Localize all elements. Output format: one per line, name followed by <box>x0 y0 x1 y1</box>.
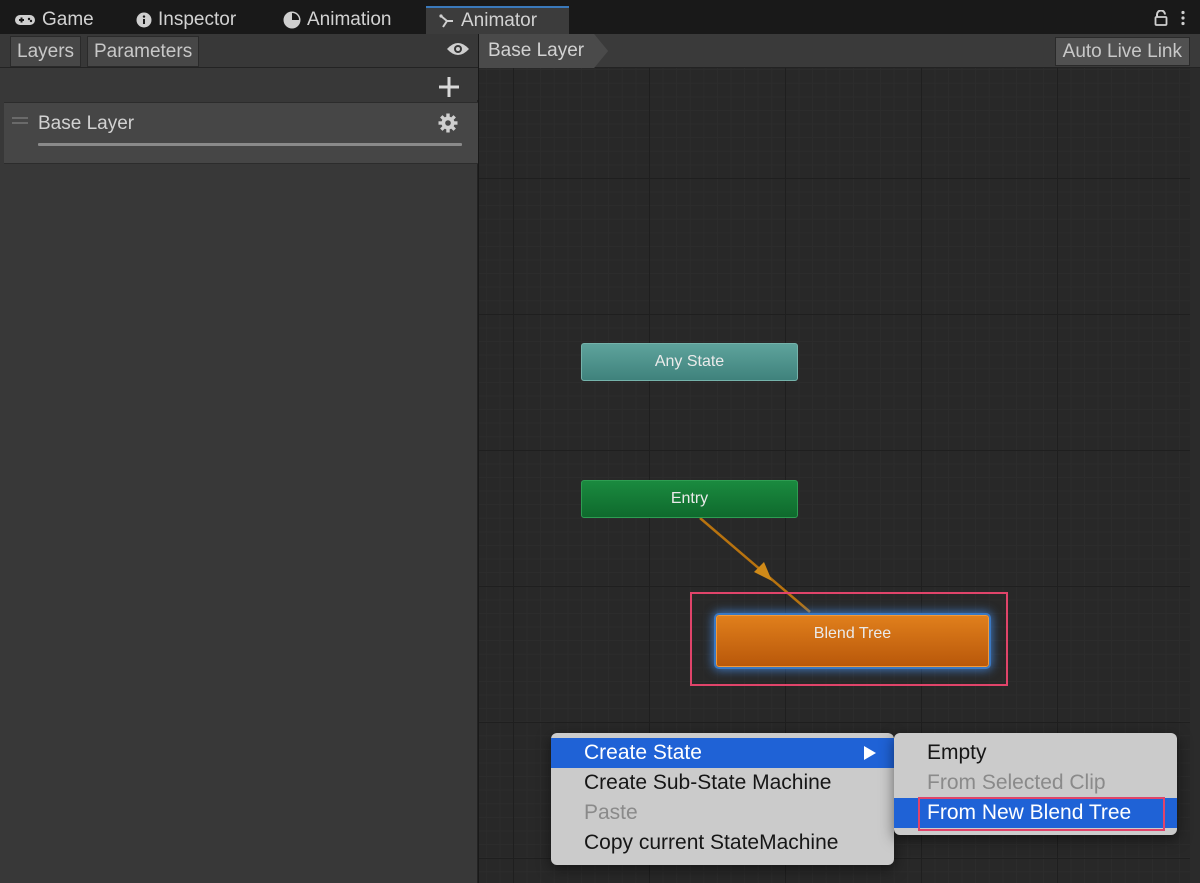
gear-icon[interactable] <box>438 113 458 138</box>
graph-scroll-edge <box>1190 68 1200 883</box>
menu-item-paste[interactable]: Paste <box>551 798 894 828</box>
menu-item-create-sub-state-machine[interactable]: Create Sub-State Machine <box>551 768 894 798</box>
tab-game-label: Game <box>42 9 94 30</box>
any-state-label: Any State <box>654 353 725 370</box>
any-state-node[interactable]: Any State <box>581 343 798 381</box>
menu-item-label: Create State <box>584 741 702 764</box>
submenu-item-label: From Selected Clip <box>927 771 1106 794</box>
drag-handle-icon[interactable] <box>12 117 28 127</box>
more-options-icon[interactable] <box>1180 10 1186 31</box>
window-controls <box>1154 9 1186 31</box>
breadcrumb-label: Base Layer <box>488 40 585 61</box>
menu-item-label: Paste <box>584 801 638 824</box>
editor-tab-bar: Game Inspector Animation Animator <box>0 0 1200 34</box>
tab-parameters[interactable]: Parameters <box>87 36 200 67</box>
add-layer-row <box>0 68 478 100</box>
tab-parameters-label: Parameters <box>94 40 193 62</box>
add-layer-button[interactable] <box>439 71 459 101</box>
layer-weight-bar <box>38 143 462 146</box>
animator-icon <box>439 13 455 29</box>
tab-animator[interactable]: Animator <box>426 6 569 34</box>
eye-icon[interactable] <box>446 41 470 62</box>
layers-panel: Layers Parameters Base Layer <box>0 34 478 883</box>
submenu-arrow-icon <box>864 746 876 760</box>
tab-animation[interactable]: Animation <box>283 6 392 34</box>
blend-tree-node[interactable]: Blend Tree <box>716 615 989 667</box>
unity-editor: Game Inspector Animation Animator Layers… <box>0 0 1200 883</box>
layer-name: Base Layer <box>38 113 135 134</box>
auto-live-link-button[interactable]: Auto Live Link <box>1054 37 1190 66</box>
tab-layers[interactable]: Layers <box>10 36 82 67</box>
layers-panel-tabs: Layers Parameters <box>0 34 478 68</box>
entry-node[interactable]: Entry <box>581 480 798 518</box>
lock-icon[interactable] <box>1154 9 1168 31</box>
layer-item-base-layer[interactable]: Base Layer <box>4 102 478 164</box>
blend-tree-label: Blend Tree <box>813 625 892 642</box>
clock-icon <box>283 11 301 29</box>
submenu-item-label: Empty <box>927 741 987 764</box>
menu-item-copy-state-machine[interactable]: Copy current StateMachine <box>551 828 894 858</box>
tab-game[interactable]: Game <box>14 6 94 34</box>
tab-inspector-label: Inspector <box>158 9 237 30</box>
menu-item-create-state[interactable]: Create State <box>551 738 894 768</box>
tab-animator-label: Animator <box>461 10 538 31</box>
plus-icon <box>439 77 459 97</box>
menu-item-label: Create Sub-State Machine <box>584 771 832 794</box>
context-menu: Create State Create Sub-State Machine Pa… <box>551 733 894 865</box>
tab-animation-label: Animation <box>307 9 392 30</box>
menu-item-label: Copy current StateMachine <box>584 831 839 854</box>
highlight-box <box>918 797 1165 831</box>
auto-live-link-label: Auto Live Link <box>1062 40 1182 62</box>
graph-toolbar: Base Layer Auto Live Link <box>479 34 1200 68</box>
entry-label: Entry <box>670 490 709 507</box>
gamepad-icon <box>14 13 36 27</box>
tab-layers-label: Layers <box>17 40 75 62</box>
submenu-item-empty[interactable]: Empty <box>894 738 1177 768</box>
info-icon <box>136 12 152 28</box>
breadcrumb[interactable]: Base Layer <box>479 34 608 68</box>
tab-inspector[interactable]: Inspector <box>136 6 236 34</box>
submenu-item-from-selected-clip[interactable]: From Selected Clip <box>894 768 1177 798</box>
